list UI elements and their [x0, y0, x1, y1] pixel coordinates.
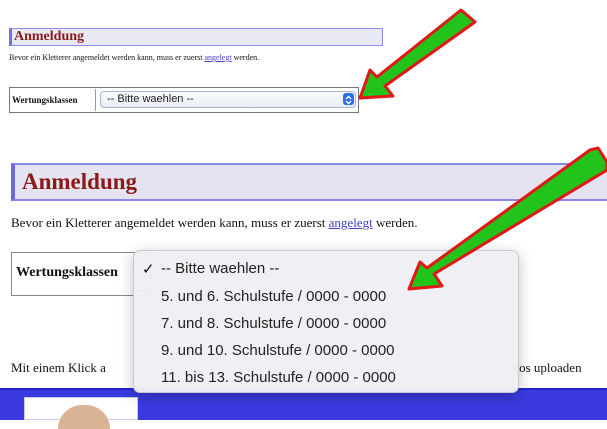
annotation-arrows	[358, 8, 607, 291]
arrow-bottom-annotation	[407, 146, 607, 291]
arrow-top-annotation	[358, 8, 477, 100]
